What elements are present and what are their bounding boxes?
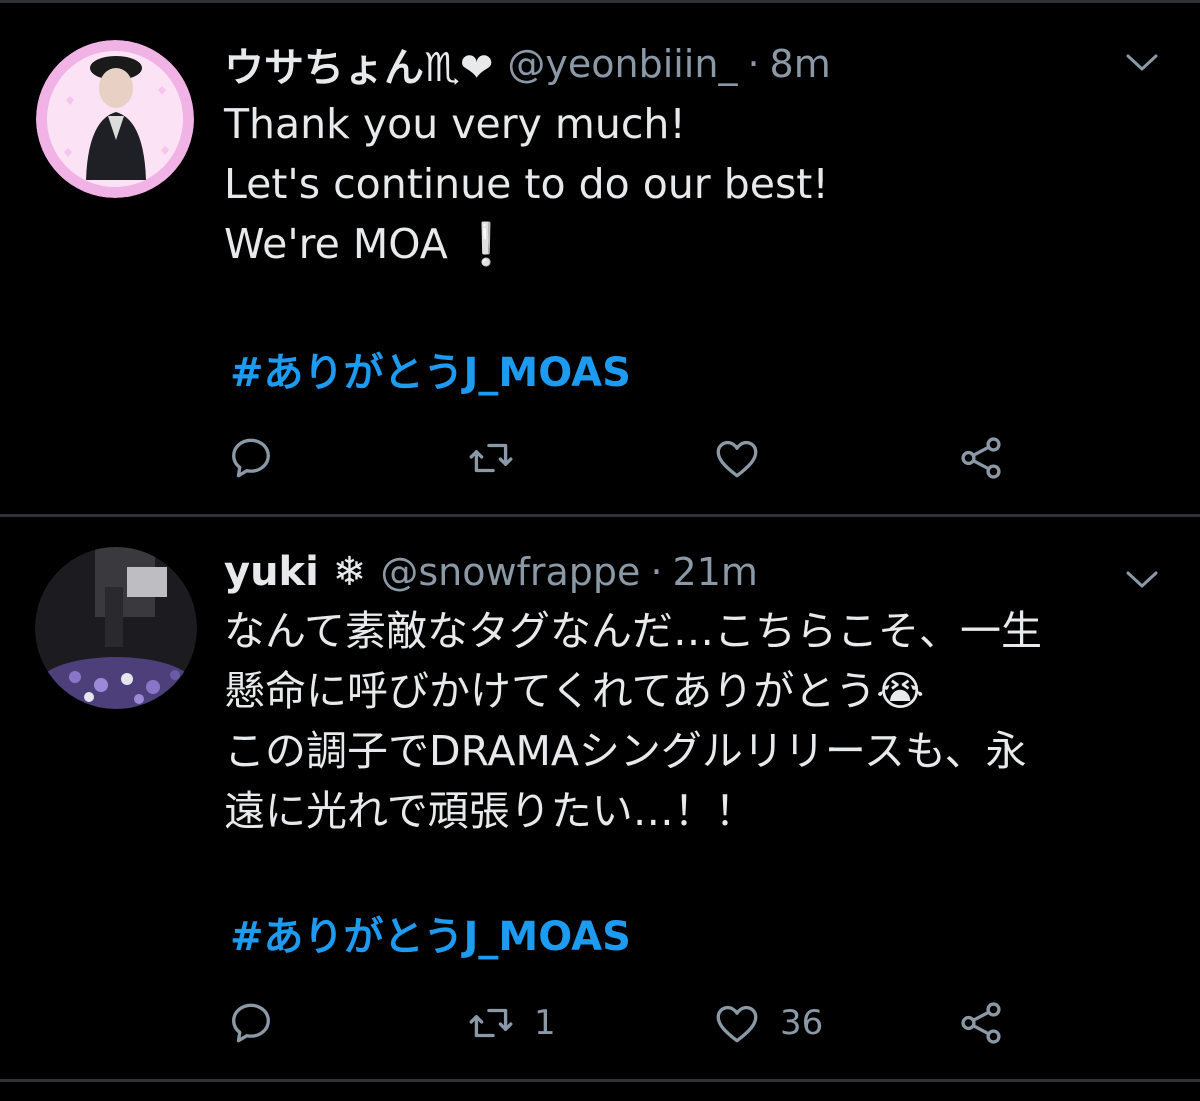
tweet-text: なんて素敵なタグなんだ…こちらこそ、一生 懸命に呼びかけてくれてありがとう😭 こ… <box>224 601 1042 841</box>
retweet-count: 1 <box>534 1003 556 1043</box>
heart-icon <box>716 1005 758 1043</box>
like-count: 36 <box>780 1003 824 1043</box>
share-icon <box>961 1002 1001 1044</box>
retweet-icon <box>469 1008 513 1038</box>
tweet-text-line: 懸命に呼びかけてくれてありがとう😭 <box>224 667 925 715</box>
chevron-down-icon[interactable] <box>1124 561 1160 597</box>
reply-button[interactable] <box>226 428 276 488</box>
tweet-text-line: We're MOA ❕ <box>224 220 512 268</box>
chevron-down-icon[interactable] <box>1124 44 1160 80</box>
hashtag-link[interactable]: #ありがとうJ_MOAS <box>230 340 631 398</box>
tweet-actions: 1 36 <box>224 993 1044 1053</box>
tweet-text: Thank you very much! Let's continue to d… <box>224 94 829 274</box>
retweet-button[interactable]: 1 <box>466 993 556 1053</box>
avatar[interactable] <box>35 547 197 709</box>
tweet[interactable]: ウサちょん♏︎❤ @yeonbiiin_ · 8m Thank you very… <box>0 0 1200 514</box>
tweet-header: yuki ❄ @snowfrappe · 21m <box>224 542 758 602</box>
timestamp[interactable]: 8m <box>770 42 831 86</box>
avatar[interactable] <box>36 40 194 198</box>
timestamp[interactable]: 21m <box>673 550 758 594</box>
heart-icon <box>716 440 758 478</box>
like-button[interactable]: 36 <box>712 993 823 1053</box>
share-icon <box>961 437 1001 479</box>
display-name[interactable]: ウサちょん♏︎❤ <box>224 35 493 93</box>
user-handle[interactable]: @snowfrappe <box>380 550 640 594</box>
tweet-text-line: なんて素敵なタグなんだ…こちらこそ、一生 <box>224 607 1042 655</box>
share-button[interactable] <box>956 428 1006 488</box>
retweet-button[interactable] <box>466 428 534 488</box>
separator-dot: · <box>747 42 760 86</box>
hashtag-link[interactable]: #ありがとうJ_MOAS <box>230 904 631 962</box>
reply-icon <box>232 438 270 478</box>
tweet[interactable]: yuki ❄ @snowfrappe · 21m なんて素敵なタグなんだ…こちら… <box>0 517 1200 1079</box>
tweet-text-line: 遠に光れで頑張りたい…！！ <box>224 787 756 835</box>
tweet-actions <box>224 428 1044 488</box>
display-name[interactable]: yuki ❄ <box>224 549 366 595</box>
separator-dot: · <box>650 550 663 594</box>
tweet-text-line: Let's continue to do our best! <box>224 160 829 208</box>
like-button[interactable] <box>712 428 780 488</box>
user-handle[interactable]: @yeonbiiin_ <box>507 42 737 86</box>
tweet-divider <box>0 1079 1200 1082</box>
tweet-text-line: この調子でDRAMAシングルリリースも、永 <box>224 727 1027 775</box>
reply-button[interactable] <box>226 993 276 1053</box>
tweet-header: ウサちょん♏︎❤ @yeonbiiin_ · 8m <box>224 34 831 94</box>
retweet-icon <box>469 443 513 473</box>
tweet-text-line: Thank you very much! <box>224 100 686 148</box>
reply-icon <box>232 1003 270 1043</box>
share-button[interactable] <box>956 993 1006 1053</box>
